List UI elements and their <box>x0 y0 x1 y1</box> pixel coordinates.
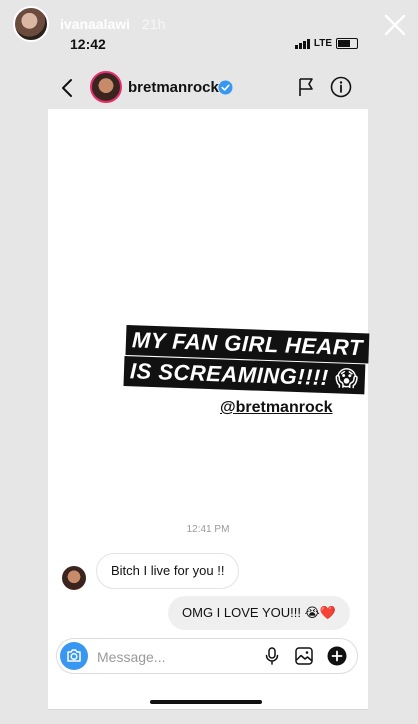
story-avatar[interactable] <box>13 6 49 42</box>
incoming-message: Bitch I live for you !! <box>96 553 240 589</box>
home-indicator[interactable] <box>150 700 262 704</box>
gallery-icon[interactable] <box>294 646 314 666</box>
message-input[interactable] <box>95 645 249 669</box>
camera-icon[interactable] <box>60 642 88 670</box>
outgoing-message: OMG I LOVE YOU!!! 😭❤️ <box>168 596 350 630</box>
sender-avatar[interactable] <box>62 566 86 590</box>
close-icon[interactable] <box>382 12 408 38</box>
plus-icon[interactable] <box>327 646 347 666</box>
message-timestamp: 12:41 PM <box>186 524 230 535</box>
message-composer <box>56 638 358 674</box>
microphone-icon[interactable] <box>262 646 282 666</box>
screen-edge <box>48 709 368 710</box>
